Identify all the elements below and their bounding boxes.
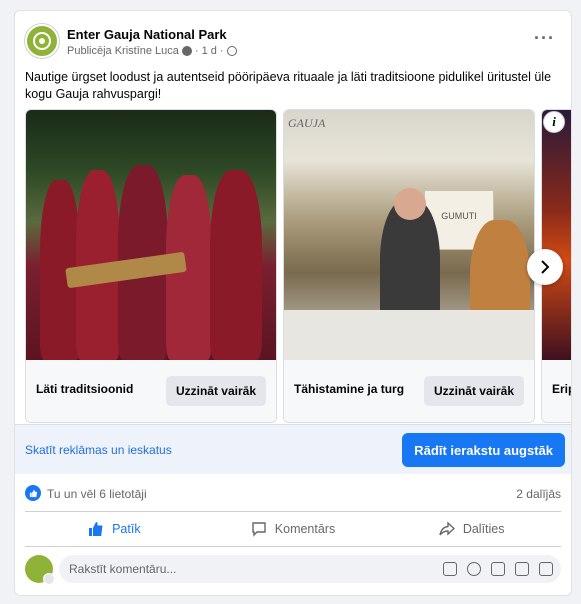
slide-image[interactable] xyxy=(542,110,571,360)
gif-icon[interactable] xyxy=(515,562,529,576)
emoji-icon[interactable] xyxy=(467,562,481,576)
post-time[interactable]: 1 d xyxy=(202,45,217,57)
comment-composer xyxy=(25,553,561,585)
carousel: Läti traditsioonid Uzzināt vairāk GAUJA … xyxy=(25,109,571,423)
share-button[interactable]: Dalīties xyxy=(382,512,561,546)
action-bar: Patīk Komentārs Dalīties xyxy=(25,511,561,547)
slide-footer: Tähistamine ja turg Uzzināt vairāk xyxy=(284,360,534,422)
avatar-sticker-icon[interactable] xyxy=(443,562,457,576)
comment-label: Komentārs xyxy=(274,522,336,536)
image-text: GAUJA xyxy=(288,116,326,130)
like-label: Patīk xyxy=(112,522,141,536)
more-options-icon[interactable]: ··· xyxy=(534,28,555,49)
post-meta: Publicēja Kristīne Luca · 1 d · xyxy=(67,45,237,57)
carousel-slide[interactable]: Läti traditsioonid Uzzināt vairāk xyxy=(25,109,277,423)
post-caption: Nautige ürgset loodust ja autentseid pöö… xyxy=(25,70,552,101)
slide-title: Eripa xyxy=(552,382,571,396)
reactions-count[interactable]: Tu un vēl 6 lietotāji xyxy=(47,487,147,501)
slide-image[interactable] xyxy=(26,110,276,360)
share-label: Dalīties xyxy=(462,522,505,536)
comment-tools xyxy=(443,562,553,576)
boost-post-button[interactable]: Rādīt ierakstu augstāk xyxy=(402,433,565,467)
carousel-next-button[interactable] xyxy=(527,249,563,285)
sticker-icon[interactable] xyxy=(539,562,553,576)
camera-icon[interactable] xyxy=(491,562,505,576)
page-avatar[interactable] xyxy=(25,24,59,58)
info-icon[interactable]: i xyxy=(543,111,565,133)
learn-more-button[interactable]: Uzzināt vairāk xyxy=(165,376,266,406)
user-avatar[interactable] xyxy=(25,555,55,585)
carousel-slide[interactable]: GAUJA GUMUTI Tähistamine ja turg Uzzināt… xyxy=(283,109,535,423)
like-reaction-icon xyxy=(25,485,41,501)
shares-count[interactable]: 2 dalījās xyxy=(516,487,561,501)
like-button[interactable]: Patīk xyxy=(25,512,204,546)
info-dot-icon xyxy=(181,46,192,56)
published-by: Publicēja Kristīne Luca xyxy=(67,45,179,57)
post-card: Enter Gauja National Park Publicēja Kris… xyxy=(14,10,572,596)
slide-title: Tähistamine ja turg xyxy=(294,382,405,396)
chevron-right-icon xyxy=(541,260,550,274)
post-header: Enter Gauja National Park Publicēja Kris… xyxy=(25,24,561,64)
globe-icon xyxy=(226,46,237,56)
learn-more-button[interactable]: Uzzināt vairāk xyxy=(423,376,524,406)
page-name[interactable]: Enter Gauja National Park xyxy=(67,27,227,42)
slide-image[interactable]: GAUJA GUMUTI xyxy=(284,110,534,360)
slide-footer: Läti traditsioonid Uzzināt vairāk xyxy=(26,360,276,422)
comment-icon xyxy=(252,522,266,537)
post-stats: Tu un vēl 6 lietotāji 2 dalījās xyxy=(25,485,561,505)
view-insights-link[interactable]: Skatīt reklāmas un ieskatus xyxy=(25,443,172,457)
slide-title: Läti traditsioonid xyxy=(36,382,134,396)
comment-button[interactable]: Komentārs xyxy=(204,512,383,546)
thumbs-up-icon xyxy=(89,522,103,536)
slide-footer: Eripa xyxy=(542,360,571,422)
share-icon xyxy=(439,521,455,536)
ad-bar: Skatīt reklāmas un ieskatus Rādīt ieraks… xyxy=(15,424,571,474)
